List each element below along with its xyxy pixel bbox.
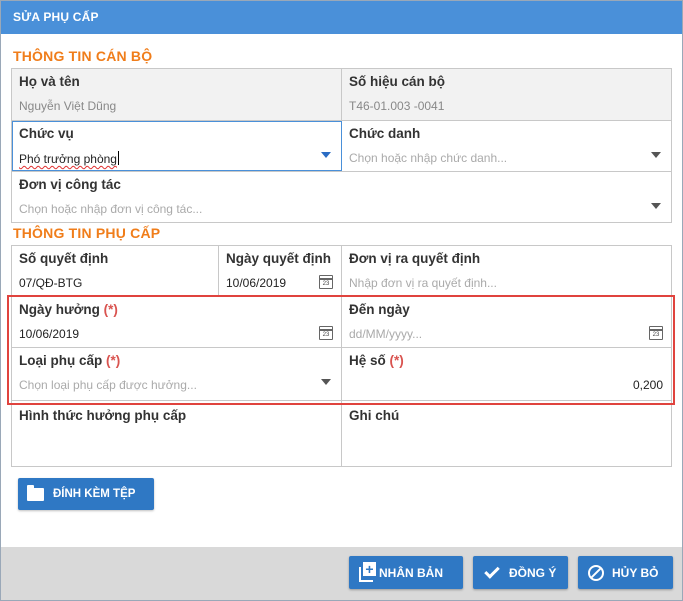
decision-number-value[interactable]: 07/QĐ-BTG	[19, 276, 218, 290]
position-label: Chức vụ	[19, 126, 74, 141]
coefficient-label: Hệ số	[349, 353, 386, 368]
allowance-type-placeholder[interactable]: Chọn loại phụ cấp được hưởng...	[19, 378, 341, 392]
staff-code-value: T46-01.003 -0041	[349, 99, 445, 113]
issuer-placeholder[interactable]: Nhập đơn vị ra quyết định...	[349, 276, 671, 290]
full-name-field: Họ và tên Nguyễn Việt Dũng	[12, 69, 342, 120]
section-title-staff: THÔNG TIN CÁN BỘ	[13, 48, 153, 64]
end-date-placeholder[interactable]: dd/MM/yyyy...	[349, 327, 671, 341]
decision-number-field[interactable]: Số quyết định 07/QĐ-BTG	[12, 246, 219, 296]
unit-select[interactable]: Đơn vị công tác Chọn hoặc nhập đơn vị cô…	[12, 172, 671, 222]
decision-date-field[interactable]: Ngày quyết định 10/06/2019	[219, 246, 342, 296]
edit-allowance-dialog: SỬA PHỤ CẤP THÔNG TIN CÁN BỘ Họ và tên N…	[0, 0, 683, 601]
note-field[interactable]: Ghi chú	[342, 401, 671, 466]
start-date-field[interactable]: Ngày hưởng (*) 10/06/2019	[12, 297, 342, 347]
required-marker: (*)	[106, 353, 121, 368]
title-placeholder[interactable]: Chọn hoặc nhập chức danh...	[349, 151, 671, 165]
agree-button[interactable]: ĐỒNG Ý	[473, 556, 568, 589]
text-cursor	[117, 151, 119, 165]
allowance-type-label: Loại phụ cấp	[19, 353, 103, 368]
attach-file-label: ĐÍNH KÈM TỆP	[53, 488, 136, 500]
decision-number-label: Số quyết định	[19, 251, 109, 266]
duplicate-button[interactable]: NHÂN BẢN	[349, 556, 463, 589]
start-date-label: Ngày hưởng	[19, 302, 100, 317]
chevron-down-icon[interactable]	[651, 152, 661, 158]
title-select[interactable]: Chức danh Chọn hoặc nhập chức danh...	[342, 121, 671, 171]
copy-icon	[359, 562, 376, 582]
folder-icon	[27, 484, 44, 501]
dialog-footer: NHÂN BẢN ĐỒNG Ý HỦY BỎ	[1, 547, 682, 600]
check-icon	[484, 562, 500, 579]
required-marker: (*)	[103, 302, 118, 317]
issuer-label: Đơn vị ra quyết định	[349, 251, 481, 266]
chevron-down-icon[interactable]	[651, 203, 661, 209]
title-label: Chức danh	[349, 126, 421, 141]
duplicate-label: NHÂN BẢN	[379, 565, 443, 580]
position-value[interactable]: Phó trưởng phòng	[19, 152, 117, 166]
cancel-icon	[588, 564, 604, 581]
section-title-allowance: THÔNG TIN PHỤ CẤP	[13, 225, 161, 241]
allowance-type-select[interactable]: Loại phụ cấp (*) Chọn loại phụ cấp được …	[12, 348, 342, 400]
allowance-form-field[interactable]: Hình thức hưởng phụ cấp	[12, 401, 342, 466]
start-date-value[interactable]: 10/06/2019	[19, 327, 341, 341]
full-name-label: Họ và tên	[19, 74, 80, 89]
full-name-value: Nguyễn Việt Dũng	[19, 99, 117, 113]
calendar-icon[interactable]	[319, 275, 333, 289]
end-date-label: Đến ngày	[349, 302, 410, 317]
calendar-icon[interactable]	[319, 326, 333, 340]
attach-file-button[interactable]: ĐÍNH KÈM TỆP	[18, 478, 154, 510]
position-select[interactable]: Chức vụ Phó trưởng phòng	[12, 121, 342, 171]
dialog-title: SỬA PHỤ CẤP	[1, 1, 682, 34]
staff-code-field: Số hiệu cán bộ T46-01.003 -0041	[342, 69, 671, 120]
staff-code-label: Số hiệu cán bộ	[349, 74, 446, 89]
note-label: Ghi chú	[349, 408, 400, 423]
unit-label: Đơn vị công tác	[19, 177, 121, 192]
chevron-down-icon[interactable]	[321, 152, 331, 158]
allowance-info-grid: Số quyết định 07/QĐ-BTG Ngày quyết định …	[11, 245, 672, 467]
chevron-down-icon[interactable]	[321, 379, 331, 385]
issuer-field[interactable]: Đơn vị ra quyết định Nhập đơn vị ra quyế…	[342, 246, 671, 296]
decision-date-label: Ngày quyết định	[226, 251, 332, 266]
coefficient-field[interactable]: Hệ số (*) 0,200	[342, 348, 671, 400]
cancel-button[interactable]: HỦY BỎ	[578, 556, 673, 589]
allowance-form-label: Hình thức hưởng phụ cấp	[19, 408, 187, 423]
staff-info-grid: Họ và tên Nguyễn Việt Dũng Số hiệu cán b…	[11, 68, 672, 223]
end-date-field[interactable]: Đến ngày dd/MM/yyyy...	[342, 297, 671, 347]
calendar-icon[interactable]	[649, 326, 663, 340]
cancel-label: HỦY BỎ	[612, 565, 659, 580]
agree-label: ĐỒNG Ý	[509, 565, 557, 580]
unit-placeholder[interactable]: Chọn hoặc nhập đơn vị công tác...	[19, 202, 671, 216]
required-marker: (*)	[389, 353, 404, 368]
coefficient-value[interactable]: 0,200	[349, 378, 671, 392]
